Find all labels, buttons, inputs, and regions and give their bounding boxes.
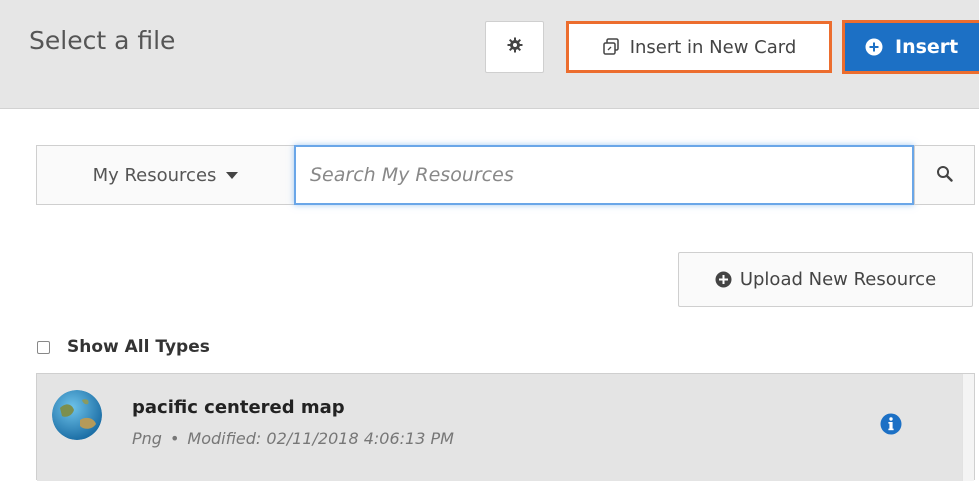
- file-type: Png: [132, 429, 162, 448]
- info-icon[interactable]: [879, 412, 903, 436]
- file-thumbnail: [52, 390, 102, 440]
- plus-circle-icon: [865, 38, 883, 56]
- search-input[interactable]: [294, 145, 914, 205]
- insert-in-new-card-label: Insert in New Card: [629, 36, 797, 58]
- resources-dropdown-label: My Resources: [92, 164, 217, 186]
- show-all-types-filter: Show All Types: [37, 337, 210, 357]
- insert-button[interactable]: Insert: [842, 20, 979, 74]
- dialog-title: Select a file: [29, 26, 176, 55]
- show-all-types-label: Show All Types: [67, 337, 210, 357]
- insert-in-new-card-button[interactable]: Insert in New Card: [566, 21, 832, 73]
- search-button[interactable]: [914, 145, 975, 205]
- separator-dot: •: [169, 429, 180, 448]
- list-item[interactable]: pacific centered map Png • Modified: 02/11…: [37, 374, 962, 481]
- show-all-types-checkbox[interactable]: [37, 340, 50, 354]
- file-list: pacific centered map Png • Modified: 02/11…: [36, 373, 975, 481]
- plus-circle-icon: [715, 271, 732, 288]
- file-meta: Png • Modified: 02/11/2018 4:06:13 PM: [132, 429, 454, 448]
- list-scrollbar[interactable]: [962, 374, 974, 481]
- settings-button[interactable]: [485, 21, 544, 73]
- resources-dropdown[interactable]: My Resources: [36, 145, 294, 205]
- gear-icon: [507, 37, 523, 57]
- copy-icon: [602, 38, 620, 56]
- upload-new-resource-label: Upload New Resource: [739, 269, 937, 290]
- dialog-header: Select a file Insert in New Card Insert: [0, 0, 979, 109]
- search-icon: [936, 165, 953, 186]
- caret-down-icon: [226, 171, 239, 179]
- insert-label: Insert: [895, 36, 959, 58]
- search-bar: My Resources: [36, 145, 975, 205]
- file-modified: Modified: 02/11/2018 4:06:13 PM: [187, 429, 454, 448]
- upload-new-resource-button[interactable]: Upload New Resource: [678, 252, 973, 307]
- file-title: pacific centered map: [132, 397, 345, 418]
